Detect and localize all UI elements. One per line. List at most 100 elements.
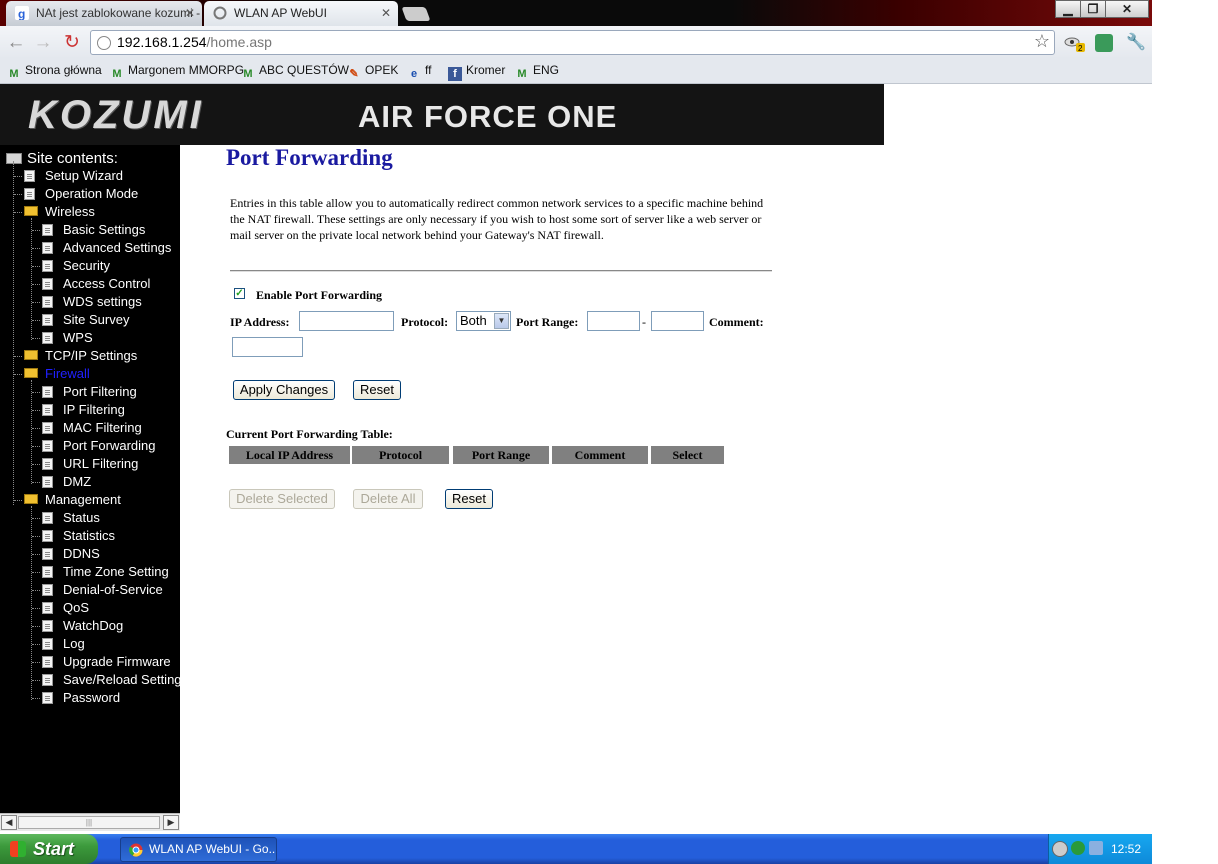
tree-connector (32, 644, 40, 645)
scroll-left-icon[interactable]: ◀ (1, 815, 17, 830)
sidebar-item-upgrade-firmware[interactable]: Upgrade Firmware (63, 654, 171, 669)
sidebar-item-advanced-settings[interactable]: Advanced Settings (63, 240, 171, 255)
sidebar-item-mac-filtering[interactable]: MAC Filtering (63, 420, 142, 435)
sidebar-item-statistics[interactable]: Statistics (63, 528, 115, 543)
tab-close-icon[interactable]: ✕ (185, 1, 195, 25)
page-info-icon[interactable] (97, 36, 111, 50)
reload-icon[interactable]: ↻ (61, 32, 83, 54)
tree-line (31, 380, 32, 484)
sidebar-item-management[interactable]: Management (45, 492, 121, 507)
close-button[interactable]: ✕ (1105, 0, 1149, 18)
sidebar-item-wds-settings[interactable]: WDS settings (63, 294, 142, 309)
port-to-input[interactable] (651, 311, 704, 331)
sidebar-item-port-forwarding[interactable]: Port Forwarding (63, 438, 155, 453)
sidebar-item-operation-mode[interactable]: Operation Mode (45, 186, 138, 201)
tree-connector (32, 698, 40, 699)
sidebar-item-tcp-ip-settings[interactable]: TCP/IP Settings (45, 348, 137, 363)
delete-selected-button[interactable]: Delete Selected (229, 489, 335, 509)
sidebar-item-access-control[interactable]: Access Control (63, 276, 150, 291)
ip-address-input[interactable] (299, 311, 394, 331)
start-button[interactable]: Start (0, 834, 98, 864)
checkmark-icon: ✓ (235, 288, 244, 299)
sidebar-item-security[interactable]: Security (63, 258, 110, 273)
bookmark-item[interactable]: M Margonem MMORPG (110, 63, 244, 81)
enable-port-forwarding-checkbox[interactable]: ✓ (234, 288, 245, 299)
sidebar-item-ip-filtering[interactable]: IP Filtering (63, 402, 125, 417)
scroll-right-icon[interactable]: ▶ (163, 815, 179, 830)
tab-close-icon[interactable]: ✕ (381, 1, 391, 25)
minimize-button[interactable]: ▁ (1055, 0, 1081, 18)
sidebar-item-status[interactable]: Status (63, 510, 100, 525)
sidebar-item-wireless[interactable]: Wireless (45, 204, 95, 219)
sidebar-item-denial-of-service[interactable]: Denial-of-Service (63, 582, 163, 597)
loading-icon (213, 6, 227, 20)
sidebar-item-basic-settings[interactable]: Basic Settings (63, 222, 145, 237)
sidebar-item-qos[interactable]: QoS (63, 600, 89, 615)
bookmark-item[interactable]: e ff (407, 63, 432, 81)
port-range-dash: - (642, 315, 646, 329)
page-title: Port Forwarding (226, 145, 393, 170)
sidebar-item-time-zone-setting[interactable]: Time Zone Setting (63, 564, 169, 579)
sidebar-item-dmz[interactable]: DMZ (63, 474, 91, 489)
sidebar-item-wps[interactable]: WPS (63, 330, 93, 345)
router-banner: KOZUMI AIR FORCE ONE (0, 84, 884, 145)
document-icon (42, 242, 53, 254)
sidebar-item-log[interactable]: Log (63, 636, 85, 651)
new-tab-button[interactable] (401, 7, 431, 21)
address-bar[interactable]: 192.168.1.254/home.asp ☆ (90, 30, 1055, 55)
sidebar-item-url-filtering[interactable]: URL Filtering (63, 456, 138, 471)
port-from-input[interactable] (587, 311, 640, 331)
sidebar-item-ddns[interactable]: DDNS (63, 546, 100, 561)
sidebar-item-site-survey[interactable]: Site Survey (63, 312, 129, 327)
extension-green-icon[interactable] (1095, 34, 1113, 52)
sidebar-item-firewall[interactable]: Firewall (45, 366, 90, 381)
page-description: Entries in this table allow you to autom… (230, 196, 764, 242)
reset-table-button[interactable]: Reset (445, 489, 493, 509)
column-header: Comment (552, 446, 648, 464)
document-icon (24, 170, 35, 182)
document-icon (42, 224, 53, 236)
system-tray: 12:52 (1048, 834, 1152, 864)
chevron-down-icon[interactable]: ▼ (494, 313, 509, 329)
tab-inactive[interactable]: g NAt jest zablokowane kozumi - ✕ (6, 1, 202, 26)
margonem-icon: M (243, 68, 253, 80)
document-icon (42, 422, 53, 434)
bookmark-star-icon[interactable]: ☆ (1034, 31, 1050, 52)
reset-button[interactable]: Reset (353, 380, 401, 400)
sidebar-item-password[interactable]: Password (63, 690, 120, 705)
sidebar-item-port-filtering[interactable]: Port Filtering (63, 384, 137, 399)
column-header: Local IP Address (229, 446, 350, 464)
bookmark-item[interactable]: M ENG (515, 63, 559, 81)
taskbar-app-button[interactable]: WLAN AP WebUI - Go... (120, 837, 277, 862)
tree-line (31, 506, 32, 700)
sidebar-item-save-reload-setting[interactable]: Save/Reload Setting (63, 672, 180, 687)
bookmark-label: Margonem MMORPG (128, 63, 245, 77)
sidebar-item-setup-wizard[interactable]: Setup Wizard (45, 168, 123, 183)
address-text[interactable]: 192.168.1.254/home.asp (117, 34, 272, 50)
protocol-select[interactable]: Both ▼ (456, 311, 511, 331)
bookmark-label: ABC QUESTÓW (259, 63, 350, 77)
back-icon[interactable]: ← (5, 32, 27, 54)
sidebar-scrollbar[interactable]: ◀ ||| ▶ (0, 813, 180, 831)
delete-all-button[interactable]: Delete All (353, 489, 423, 509)
apply-changes-button[interactable]: Apply Changes (233, 380, 335, 400)
tab-label: NAt jest zablokowane kozumi - (36, 6, 201, 20)
comment-input[interactable] (232, 337, 303, 357)
bookmark-item[interactable]: f Kromer (448, 63, 505, 81)
extension-eye-icon[interactable]: 2 (1064, 34, 1085, 53)
forward-icon[interactable]: → (32, 32, 54, 54)
clock: 12:52 (1110, 842, 1141, 856)
protocol-value: Both (460, 313, 487, 328)
utorrent-icon[interactable] (1071, 841, 1085, 855)
sidebar-item-watchdog[interactable]: WatchDog (63, 618, 123, 633)
tab-active[interactable]: WLAN AP WebUI ✕ (204, 1, 398, 26)
scrollbar-thumb[interactable]: ||| (18, 816, 160, 829)
bookmark-item[interactable]: ✎ OPEK (347, 63, 398, 81)
tray-expand-icon[interactable] (1052, 841, 1068, 857)
bookmark-item[interactable]: M ABC QUESTÓW (241, 63, 349, 81)
wrench-icon[interactable]: 🔧 (1126, 34, 1146, 52)
document-icon (42, 566, 53, 578)
bookmark-item[interactable]: M Strona główna (7, 63, 101, 81)
maximize-button[interactable]: ❐ (1080, 0, 1106, 18)
network-icon[interactable] (1089, 841, 1103, 855)
